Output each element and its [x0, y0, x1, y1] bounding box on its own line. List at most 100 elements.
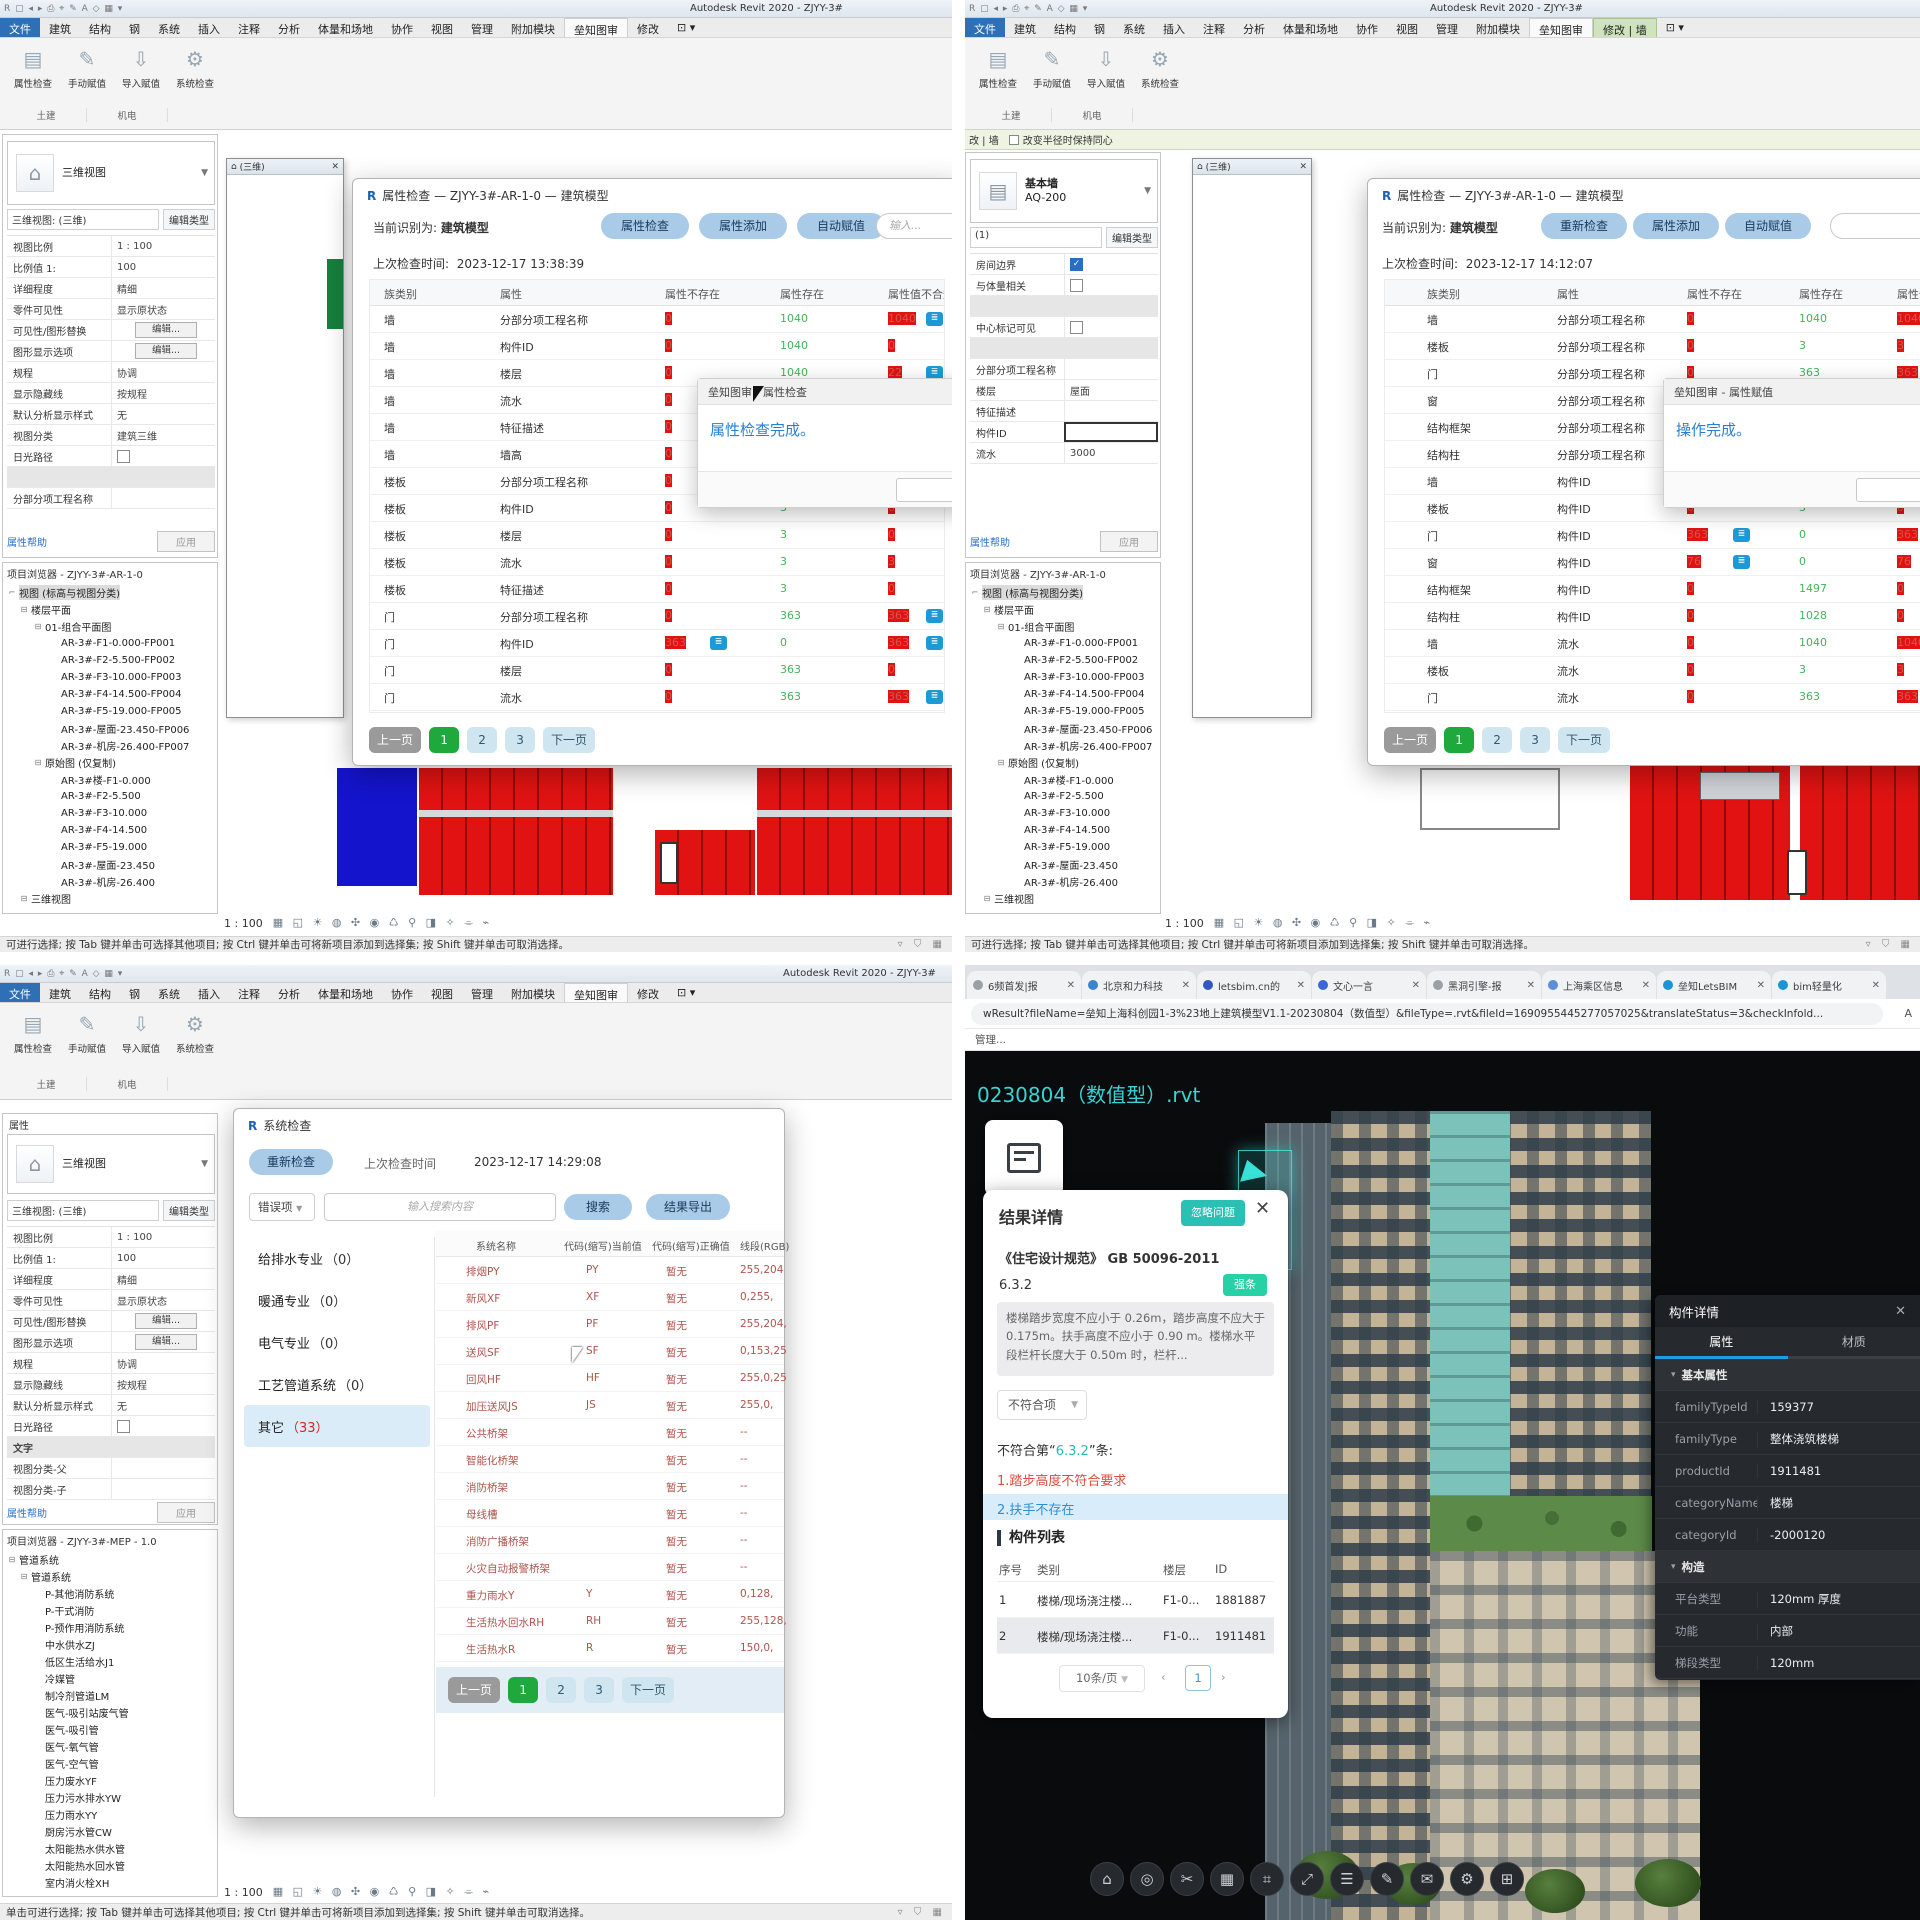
quick-access-toolbar-icons[interactable]: R ▢ ◂ ▸ ⎙ ⌖ ✎ A ◇ ▦ ▾	[0, 969, 123, 979]
tab-close-icon[interactable]: ✕	[1412, 980, 1420, 991]
table-row[interactable]: 窗构件ID 76≣ 0 76	[1385, 549, 1920, 576]
tree-item[interactable]: AR-3#-F4-14.500-FP004	[966, 686, 1160, 703]
type-selector[interactable]: ⌂ 三维视图 ▼	[7, 141, 215, 205]
dialog-action-button[interactable]: 自动赋值	[797, 213, 885, 239]
ribbon-tab[interactable]: 修改 | 墙	[1593, 18, 1657, 37]
property-row[interactable]: 规程协调	[7, 362, 215, 383]
page-button[interactable]: 1	[1444, 727, 1474, 753]
section-header[interactable]: 基本属性	[1655, 1359, 1920, 1391]
apply-button[interactable]: 应用	[157, 531, 215, 552]
table-row[interactable]: 重力雨水Y Y 暂无 0,128,	[436, 1581, 784, 1608]
tree-item[interactable]: AR-3#-F3-10.000-FP003	[3, 669, 217, 686]
tree-item[interactable]: ⊟原始图 (仅复制)	[3, 754, 217, 771]
result-filter-combo[interactable]: 不符合项▼	[997, 1390, 1087, 1420]
ribbon-tab[interactable]: 管理	[462, 18, 502, 37]
tree-item[interactable]: ⊟楼层平面	[966, 601, 1160, 618]
tree-item[interactable]: 室内消火栓XH	[3, 1874, 217, 1891]
home-icon[interactable]: ⌂	[1090, 1862, 1124, 1896]
ribbon-tab[interactable]: 体量和场地	[309, 18, 382, 37]
table-row[interactable]: 门流水 0≣ 363 363	[1385, 684, 1920, 711]
ribbon-tool-button[interactable]: ✎手动赋值	[1025, 44, 1079, 90]
ribbon-tab[interactable]: 钢	[1085, 18, 1114, 37]
ribbon-tab[interactable]: 附加模块	[502, 983, 564, 1002]
ribbon-tool-button[interactable]: ⇩导入赋值	[114, 44, 168, 90]
tree-item[interactable]: AR-3#-机房-26.400	[3, 873, 217, 890]
category-item[interactable]: 工艺管道系统（0）	[244, 1363, 430, 1405]
property-row[interactable]: 构件ID	[970, 422, 1158, 443]
prev-page-icon[interactable]: ‹	[1161, 1670, 1166, 1684]
dialog-action-button[interactable]: 自动赋值	[1725, 213, 1811, 239]
property-row[interactable]	[7, 467, 215, 488]
page-button[interactable]: 3	[505, 727, 535, 753]
assign-value-icon[interactable]: ≣	[926, 312, 943, 326]
ribbon-tab[interactable]: 文件	[0, 18, 40, 37]
property-row[interactable]: 零件可见性显示原状态	[7, 299, 215, 320]
table-row[interactable]: 楼板流水 0≣ 3 3	[1385, 657, 1920, 684]
tree-item[interactable]: ⊟管道系统	[3, 1568, 217, 1585]
tree-item[interactable]: AR-3#-F5-19.000-FP005	[3, 703, 217, 720]
ribbon-tab[interactable]: 协作	[382, 18, 422, 37]
component-row[interactable]: 1 楼梯/现场浇注楼... F1-0... 1881887	[997, 1582, 1274, 1618]
tree-item[interactable]: AR-3#-F2-5.500-FP002	[3, 652, 217, 669]
checkbox-concentric[interactable]	[1009, 135, 1019, 145]
issue-item[interactable]: 1.踏步高度不符合要求	[997, 1470, 1126, 1489]
layers-icon[interactable]: ▦	[1210, 1862, 1244, 1896]
page-button[interactable]: 3	[584, 1677, 614, 1703]
category-item[interactable]: 暖通专业（0）	[244, 1279, 430, 1321]
tab-close-icon[interactable]: ✕	[1182, 980, 1190, 991]
property-row[interactable]	[970, 296, 1158, 317]
tree-item[interactable]: ⌐视图 (标高与视图分类)	[3, 584, 217, 601]
property-row[interactable]: 显示隐藏线按规程	[7, 1374, 215, 1395]
issue-item-selected[interactable]: 2.扶手不存在	[983, 1494, 1288, 1520]
tree-item[interactable]: ⊟原始图 (仅复制)	[966, 754, 1160, 771]
assign-value-icon[interactable]: ≣	[710, 636, 727, 650]
ribbon-tool-button[interactable]: ▤属性检查	[6, 44, 60, 90]
assign-value-icon[interactable]: ≣	[926, 690, 943, 704]
table-row[interactable]: 母线槽 暂无 --	[436, 1500, 784, 1527]
ribbon-tab[interactable]: 体量和场地	[309, 983, 382, 1002]
ribbon-tab[interactable]: 体量和场地	[1274, 18, 1347, 37]
property-row[interactable]: 视图比例1 : 100	[7, 1227, 215, 1248]
close-icon[interactable]: ✕	[1299, 162, 1307, 172]
property-row[interactable]: 规程协调	[7, 1353, 215, 1374]
element-filter-combo[interactable]: (1)	[970, 227, 1102, 248]
tree-item[interactable]: 太阳能热水回水管	[3, 1857, 217, 1874]
error-filter-combo[interactable]: 错误项 ▼	[249, 1193, 315, 1221]
tree-item[interactable]: P-干式消防	[3, 1602, 217, 1619]
ribbon-tab[interactable]: 视图	[422, 18, 462, 37]
assign-value-icon[interactable]: ≣	[1733, 528, 1750, 542]
ribbon-tab[interactable]: 钢	[120, 983, 149, 1002]
fullscreen-icon[interactable]: ⤢	[1290, 1862, 1324, 1896]
measure-icon[interactable]: ⌗	[1250, 1862, 1284, 1896]
search-input[interactable]: 输入搜索内容	[324, 1193, 556, 1221]
tree-item[interactable]: AR-3#-F2-5.500	[3, 788, 217, 805]
property-row[interactable]: 详细程度精细	[7, 1269, 215, 1290]
tree-expand-icon[interactable]: ⊟	[996, 758, 1006, 767]
tab-close-icon[interactable]: ✕	[1297, 980, 1305, 991]
tree-expand-icon[interactable]: ⊟	[19, 1572, 29, 1581]
table-row[interactable]: 消防广播桥架 暂无 --	[436, 1527, 784, 1554]
property-row[interactable]: 默认分析显示样式无	[7, 404, 215, 425]
table-row[interactable]: 加压送风JS JS 暂无 255,0,	[436, 1392, 784, 1419]
ribbon-tab[interactable]: 视图	[1387, 18, 1427, 37]
recheck-button[interactable]: 重新检查	[249, 1149, 333, 1175]
ribbon-tab[interactable]: 文件	[965, 18, 1005, 37]
property-row[interactable]: 日光路径	[7, 1416, 215, 1437]
table-row[interactable]: 墙分部分项工程名称 0≣ 1040 1040	[1385, 306, 1920, 333]
tree-item[interactable]: 医气-空气管	[3, 1755, 217, 1772]
properties-help-link[interactable]: 属性帮助	[7, 534, 47, 549]
property-row[interactable]: 比例值 1:100	[7, 1248, 215, 1269]
browser-tab[interactable]: 北京和力科技 ✕	[1082, 971, 1196, 999]
ribbon-tool-button[interactable]: ⚙系统检查	[1133, 44, 1187, 90]
table-row[interactable]: 楼板分部分项工程名称 0≣ 3 3	[1385, 333, 1920, 360]
property-row[interactable]: 图形显示选项编辑...	[7, 1332, 215, 1353]
tree-item[interactable]: 医气-吸引管	[3, 1721, 217, 1738]
tree-expand-icon[interactable]: ⊟	[7, 1555, 17, 1564]
tree-item[interactable]: ⊟01-组合平面图	[3, 618, 217, 635]
tree-item[interactable]: ⊟管道系统	[3, 1551, 217, 1568]
property-row[interactable]: 流水3000	[970, 443, 1158, 464]
table-row[interactable]: 生活热水R R 暂无 150,0,	[436, 1635, 784, 1662]
table-row[interactable]: 公共桥架 暂无 --	[436, 1419, 784, 1446]
ribbon-tab[interactable]: 建筑	[1005, 18, 1045, 37]
search-input[interactable]: 输入...	[876, 213, 952, 239]
